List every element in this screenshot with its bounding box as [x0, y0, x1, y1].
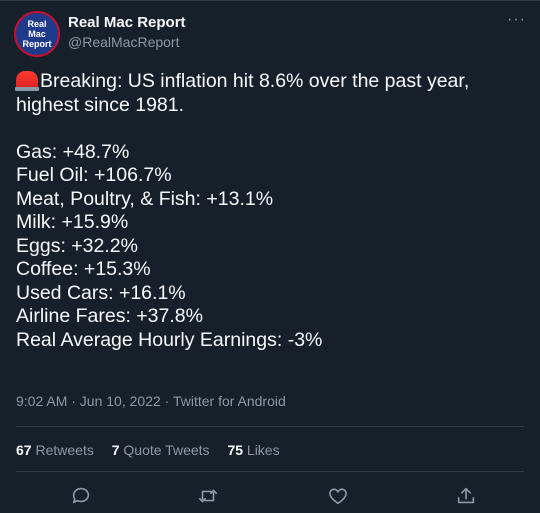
avatar-text-line: Real — [27, 19, 47, 29]
tweet-timestamp[interactable]: 9:02 AM · Jun 10, 2022 · Twitter for And… — [16, 393, 286, 409]
likes-count: 75 — [227, 442, 244, 458]
ellipsis-icon[interactable]: ··· — [507, 11, 526, 29]
tweet-item: Coffee: +15.3% — [16, 258, 151, 280]
avatar-text-line: Report — [22, 39, 52, 49]
retweets-stat[interactable]: 67 Retweets — [16, 442, 94, 458]
divider — [16, 426, 524, 427]
share-icon[interactable] — [455, 485, 477, 507]
tweet-headline-line: Breaking: US inflation hit 8.6% over the… — [15, 70, 526, 94]
heart-icon[interactable] — [327, 485, 349, 507]
likes-label: Likes — [246, 442, 280, 458]
tweet-item: Fuel Oil: +106.7% — [16, 164, 172, 186]
tweet-headline-line: highest since 1981. — [16, 93, 185, 116]
tweet-item: Real Average Hourly Earnings: -3% — [16, 328, 323, 351]
quote-tweets-stat[interactable]: 7 Quote Tweets — [112, 442, 210, 458]
retweets-count: 67 — [16, 442, 32, 458]
avatar-text-line: Mac — [28, 29, 46, 39]
retweet-icon[interactable] — [197, 485, 219, 507]
avatar[interactable]: Real Mac Report — [14, 11, 60, 57]
tweet-item: Milk: +15.9% — [16, 211, 129, 233]
likes-stat[interactable]: 75 Likes — [227, 442, 279, 458]
divider — [16, 471, 524, 472]
tweet-item: Gas: +48.7% — [16, 140, 130, 163]
quote-tweets-label: Quote Tweets — [123, 442, 210, 458]
tweet-card: Real Mac Report Real Mac Report @RealMac… — [0, 0, 540, 513]
tweet-item: Eggs: +32.2% — [16, 234, 138, 257]
tweet-headline-text: Breaking: US inflation hit 8.6% over the… — [40, 70, 470, 92]
reply-icon[interactable] — [70, 485, 92, 507]
tweet-item: Used Cars: +16.1% — [16, 281, 186, 304]
quote-tweets-count: 7 — [111, 442, 120, 458]
author-handle[interactable]: @RealMacReport — [68, 34, 179, 50]
retweets-label: Retweets — [35, 442, 94, 458]
engagement-stats: 67 Retweets 7 Quote Tweets 75 Likes — [16, 442, 294, 458]
author-name[interactable]: Real Mac Report — [68, 14, 186, 31]
tweet-item: Airline Fares: +37.8% — [16, 305, 203, 327]
action-bar — [0, 485, 540, 509]
tweet-text: Breaking: US inflation hit 8.6% over the… — [15, 70, 526, 352]
tweet-item: Meat, Poultry, & Fish: +13.1% — [16, 187, 274, 210]
siren-icon — [15, 71, 39, 91]
